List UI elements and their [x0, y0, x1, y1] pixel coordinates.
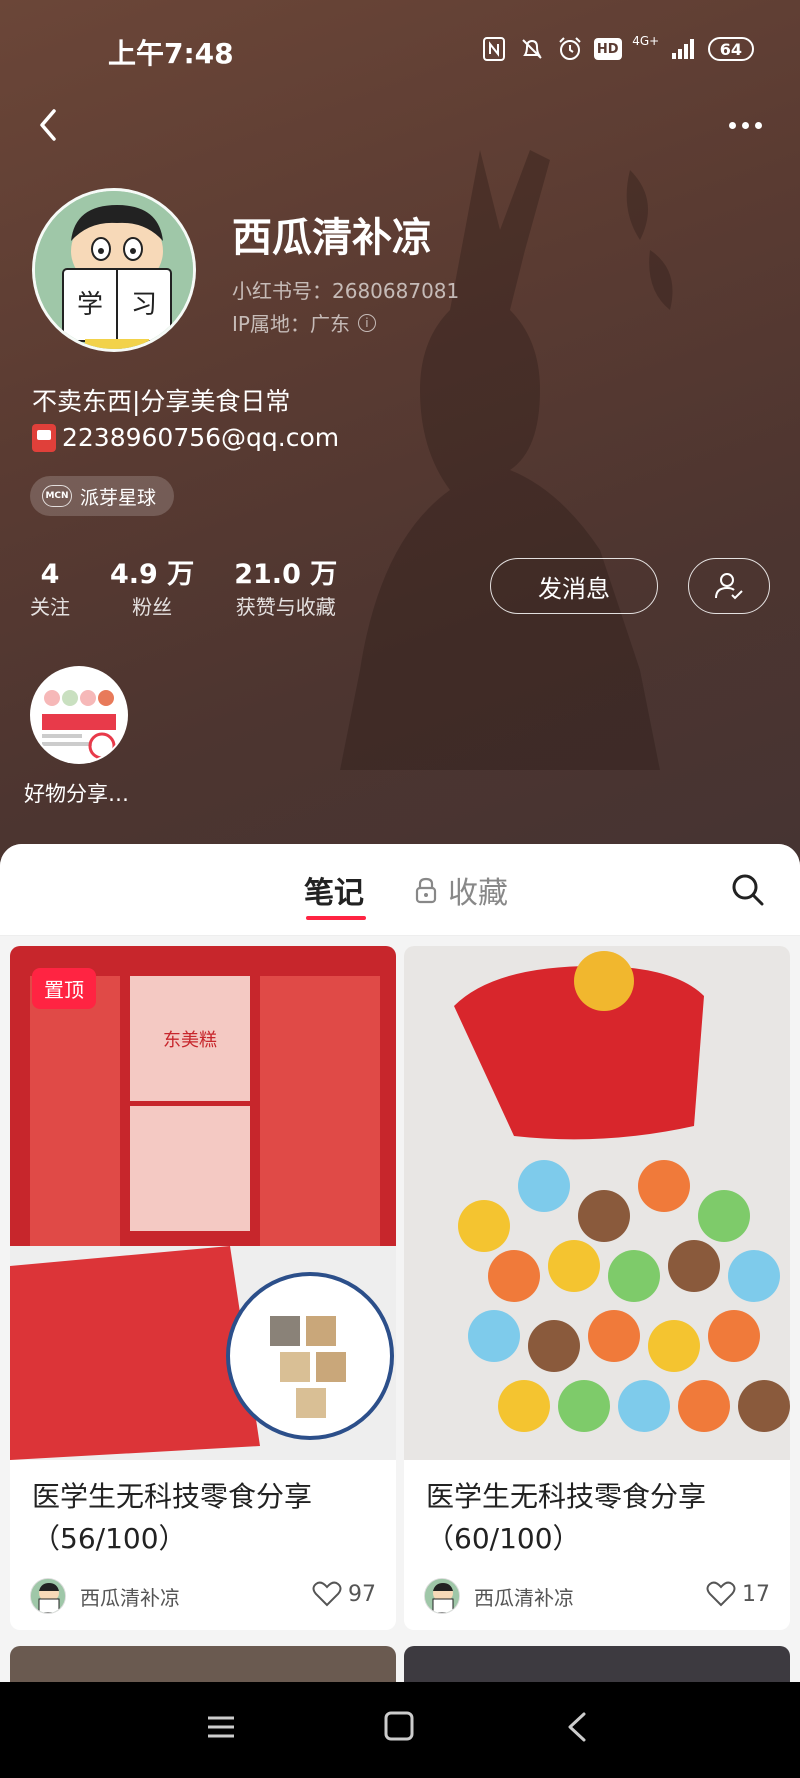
stat-likes[interactable]: 21.0 万 获赞与收藏 — [234, 558, 337, 622]
more-options-icon[interactable] — [720, 105, 770, 145]
mailbox-icon — [32, 423, 56, 452]
note-title: 医学生无科技零食分享（60/100） — [426, 1480, 707, 1555]
mcn-tag[interactable]: MCN 派芽星球 — [30, 476, 175, 516]
bio-text: 不卖东西|分享美食日常 — [32, 387, 291, 416]
mute-bell-icon — [518, 34, 546, 64]
stat-followers-label: 粉丝 — [132, 595, 173, 619]
note-card-partial[interactable] — [404, 1646, 790, 1686]
nfc-icon — [480, 34, 508, 64]
mcn-tag-label: 派芽星球 — [80, 486, 157, 509]
author-name[interactable]: 西瓜清补凉 — [80, 1582, 180, 1611]
author-avatar[interactable] — [30, 1578, 66, 1614]
note-footer: 西瓜清补凉 97 — [10, 1560, 396, 1630]
stat-followers[interactable]: 4.9 万 粉丝 — [110, 558, 194, 622]
home-icon[interactable] — [383, 1710, 415, 1742]
content-tabs: 笔记 收藏 — [0, 844, 800, 936]
bio-email: 2238960756@qq.com — [62, 423, 340, 452]
profile-id: 小红书号：2680687081 — [232, 279, 460, 303]
heart-icon — [706, 1581, 736, 1607]
svg-text:东美糕: 东美糕 — [163, 1030, 217, 1051]
pinned-badge: 置顶 — [32, 968, 96, 1009]
like-count: 17 — [742, 1581, 770, 1607]
profile-stats: 4 关注 4.9 万 粉丝 21.0 万 获赞与收藏 — [30, 558, 377, 622]
back-arrow-icon[interactable] — [30, 103, 70, 147]
ip-location: IP属地：广东 i — [232, 308, 376, 337]
stat-followers-value: 4.9 万 — [110, 559, 195, 590]
network-label: 4G+ — [632, 34, 660, 48]
tab-notes[interactable]: 笔记 — [304, 868, 364, 912]
svg-text:学: 学 — [77, 290, 103, 320]
top-navigation — [0, 95, 800, 155]
collection-thumbnail[interactable] — [30, 666, 128, 764]
collection-label: 好物分享… — [24, 782, 129, 806]
svg-text:习: 习 — [131, 290, 157, 320]
stat-following-value: 4 — [40, 559, 60, 590]
profile-avatar[interactable]: 学 习 — [32, 188, 196, 352]
like-button[interactable]: 97 — [312, 1580, 376, 1608]
back-icon[interactable] — [562, 1710, 592, 1744]
send-message-button[interactable]: 发消息 — [490, 558, 658, 614]
note-cover-image: 东美糕 置顶 — [10, 946, 396, 1460]
battery-indicator: 64 — [707, 37, 754, 61]
note-cover-image — [404, 946, 790, 1460]
user-check-icon — [715, 573, 743, 600]
heart-icon — [312, 1581, 342, 1607]
follow-button[interactable] — [688, 558, 770, 614]
hd-icon: HD — [593, 38, 622, 60]
note-title: 医学生无科技零食分享（56/100） — [32, 1480, 313, 1555]
author-name[interactable]: 西瓜清补凉 — [474, 1582, 574, 1611]
note-card[interactable]: 医学生无科技零食分享（60/100） 西瓜清补凉 17 — [404, 946, 790, 1630]
search-icon[interactable] — [730, 872, 766, 908]
active-tab-indicator — [306, 916, 366, 920]
ip-location-text: IP属地：广东 — [232, 312, 350, 336]
stat-likes-label: 获赞与收藏 — [235, 595, 336, 619]
status-bar: 上午7:48 HD 4G+ 64 — [0, 0, 800, 100]
stat-following-label: 关注 — [30, 595, 70, 619]
stat-following[interactable]: 4 关注 — [30, 558, 70, 622]
note-footer: 西瓜清补凉 17 — [404, 1560, 790, 1630]
author-avatar[interactable] — [424, 1578, 460, 1614]
profile-nickname: 西瓜清补凉 — [232, 215, 432, 261]
like-button[interactable]: 17 — [706, 1580, 770, 1608]
bio-contact: 2238960756@qq.com — [32, 423, 339, 452]
lock-icon — [415, 877, 437, 904]
note-card[interactable]: 东美糕 置顶 医学生无科技零食分享（56/100） 西瓜清补凉 97 — [10, 946, 396, 1630]
note-card-partial[interactable] — [10, 1646, 396, 1686]
tab-collections[interactable]: 收藏 — [414, 868, 508, 912]
menu-icon[interactable] — [206, 1712, 236, 1742]
status-time: 上午7:48 — [108, 37, 234, 70]
tab-collections-label: 收藏 — [448, 876, 508, 911]
signal-icon — [670, 34, 698, 64]
status-icons: HD 4G+ 64 — [480, 34, 754, 64]
system-navigation-bar — [0, 1682, 800, 1778]
alarm-icon — [556, 34, 584, 64]
info-icon[interactable]: i — [357, 313, 376, 332]
mcn-logo-icon: MCN — [42, 485, 72, 507]
stat-likes-value: 21.0 万 — [234, 559, 338, 590]
like-count: 97 — [348, 1581, 376, 1607]
